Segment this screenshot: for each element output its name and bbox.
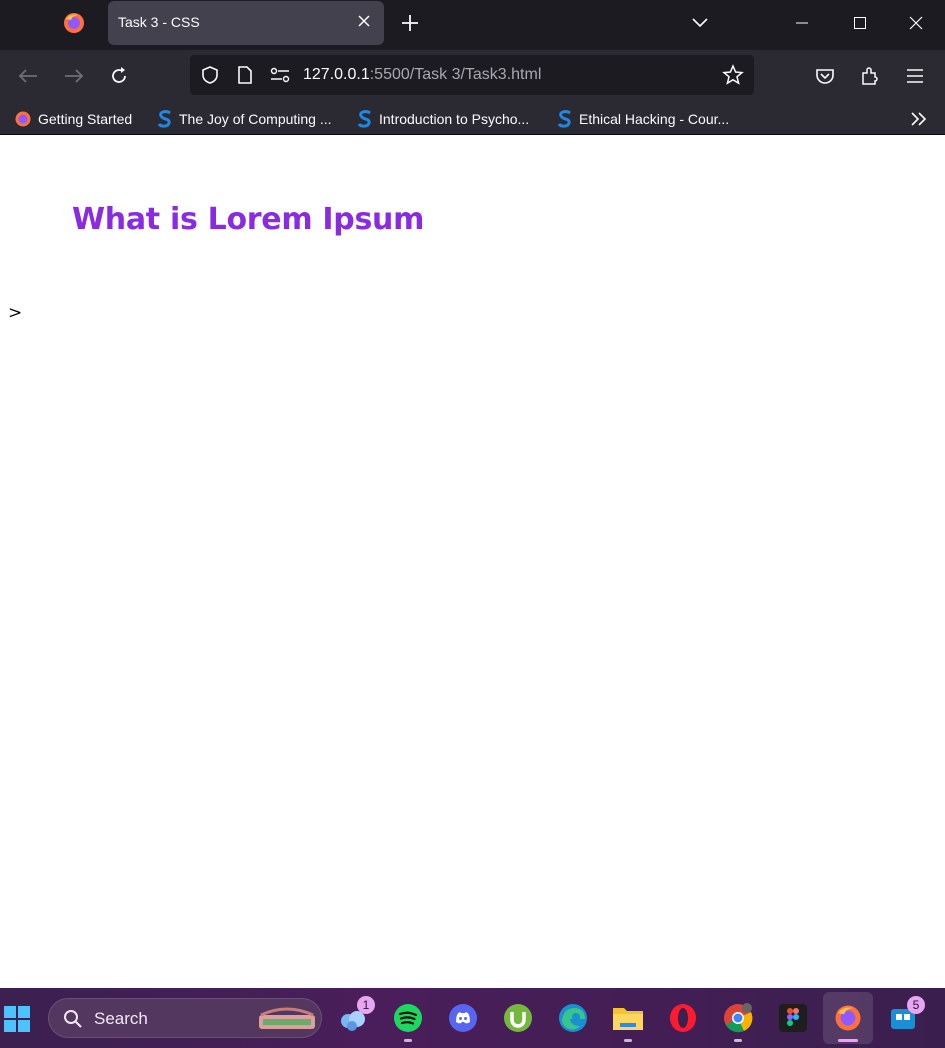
shield-icon[interactable] <box>200 65 220 85</box>
taskbar-edge[interactable] <box>555 1000 591 1036</box>
navigation-toolbar: 127.0.0.1:5500/Task 3/Task3.html <box>0 50 945 102</box>
plus-icon <box>402 15 418 31</box>
taskbar-file-explorer[interactable] <box>610 1000 646 1042</box>
chevron-down-icon <box>692 18 708 28</box>
edge-icon <box>559 1004 587 1032</box>
bookmark-item[interactable]: Introduction to Psycho... <box>357 108 529 130</box>
opera-icon <box>670 1004 696 1032</box>
firefox-icon <box>15 111 31 127</box>
taskbar-search[interactable]: Search <box>48 998 322 1038</box>
tab-strip: Task 3 - CSS <box>0 0 945 50</box>
list-tabs-button[interactable] <box>688 11 712 35</box>
folder-icon <box>613 1008 643 1030</box>
taskbar-weather[interactable]: 1 <box>335 996 375 1036</box>
reload-icon <box>112 67 126 83</box>
tab-title: Task 3 - CSS <box>118 14 200 30</box>
stray-text: > <box>8 303 23 323</box>
discord-icon <box>449 1004 477 1032</box>
swayam-icon <box>157 110 171 128</box>
bookmarks-toolbar: Getting Started The Joy of Computing ...… <box>0 102 945 135</box>
chrome-icon <box>724 1003 753 1033</box>
extensions-button[interactable] <box>858 64 882 88</box>
bookmark-label: Ethical Hacking - Cour... <box>579 111 730 127</box>
url-text[interactable]: 127.0.0.1:5500/Task 3/Task3.html <box>303 66 541 84</box>
taskbar-spotify[interactable] <box>390 1000 426 1042</box>
search-icon <box>64 1010 82 1028</box>
bookmark-label: Introduction to Psycho... <box>379 111 530 127</box>
new-tab-button[interactable] <box>398 11 422 35</box>
pocket-button[interactable] <box>813 64 837 88</box>
taskbar-discord[interactable] <box>445 1000 481 1036</box>
firefox-icon <box>835 1005 861 1031</box>
windows-icon <box>4 1006 30 1032</box>
bookmark-item[interactable]: Getting Started <box>14 108 132 130</box>
back-button[interactable] <box>16 64 40 88</box>
url-bar[interactable]: 127.0.0.1:5500/Task 3/Task3.html <box>190 55 754 95</box>
swayam-icon <box>557 110 571 128</box>
star-icon[interactable] <box>722 64 744 86</box>
more-bookmarks-button[interactable] <box>907 107 931 131</box>
close-icon[interactable] <box>356 13 372 29</box>
hamburger-icon <box>907 69 923 83</box>
pocket-icon <box>816 69 834 84</box>
reload-button[interactable] <box>107 64 131 88</box>
firefox-icon[interactable] <box>62 11 86 35</box>
taskbar-chrome[interactable] <box>720 1000 756 1042</box>
store-badge: 5 <box>907 996 925 1014</box>
start-button[interactable] <box>2 1004 32 1034</box>
bookmark-item[interactable]: Ethical Hacking - Cour... <box>557 108 729 130</box>
arrow-left-icon <box>18 69 37 83</box>
bookmark-label: The Joy of Computing ... <box>179 111 332 127</box>
taskbar-figma[interactable] <box>775 1000 811 1036</box>
forward-button[interactable] <box>62 64 86 88</box>
running-indicator <box>624 1039 632 1042</box>
swayam-icon <box>357 110 371 128</box>
maximize-icon <box>854 17 866 29</box>
url-host: 127.0.0.1 <box>303 66 370 83</box>
close-icon <box>909 16 923 30</box>
puzzle-icon <box>862 67 878 85</box>
taskbar-firefox[interactable] <box>830 1000 866 1042</box>
figma-icon <box>779 1004 807 1032</box>
taskbar-store[interactable]: 5 <box>885 996 925 1036</box>
minimize-button[interactable] <box>790 11 814 35</box>
taskbar-opera[interactable] <box>665 1000 701 1036</box>
page-heading: What is Lorem Ipsum <box>72 202 425 237</box>
permissions-icon[interactable] <box>270 67 290 83</box>
spotify-icon <box>394 1004 422 1032</box>
running-indicator <box>838 1039 858 1042</box>
maximize-button[interactable] <box>848 11 872 35</box>
url-path: :5500/Task 3/Task3.html <box>369 66 542 83</box>
minimize-icon <box>796 22 808 24</box>
close-window-button[interactable] <box>904 11 928 35</box>
taskbar-utorrent[interactable] <box>500 1000 536 1036</box>
running-indicator <box>404 1039 412 1042</box>
bookmark-item[interactable]: The Joy of Computing ... <box>157 108 332 130</box>
utorrent-icon <box>504 1004 532 1032</box>
menu-button[interactable] <box>903 64 927 88</box>
search-highlight-icon <box>259 1007 315 1029</box>
page-content: What is Lorem Ipsum > <box>0 136 945 988</box>
taskbar: Search 1 5 <box>0 988 945 1048</box>
page-icon[interactable] <box>236 65 254 85</box>
weather-badge: 1 <box>357 996 375 1014</box>
arrow-right-icon <box>65 69 84 83</box>
search-label: Search <box>94 1009 148 1028</box>
bookmark-label: Getting Started <box>38 111 133 127</box>
double-chevron-right-icon <box>911 112 927 126</box>
tab-active[interactable]: Task 3 - CSS <box>108 1 384 45</box>
running-indicator <box>734 1039 742 1042</box>
